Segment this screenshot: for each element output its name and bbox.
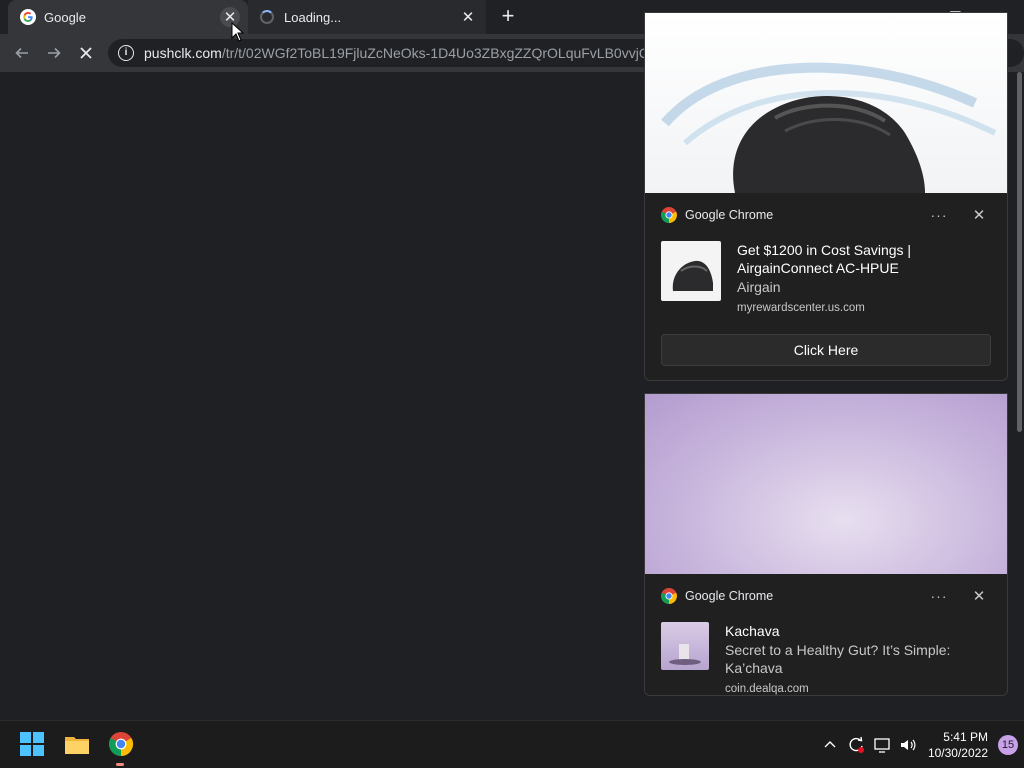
arrow-left-icon — [15, 47, 28, 59]
arrow-right-icon — [48, 47, 61, 59]
chrome-icon — [661, 588, 677, 604]
notification-header: Google Chrome ··· ✕ — [645, 574, 1007, 618]
notification-message: Secret to a Healthy Gut? It’s Simple: Ka… — [725, 642, 951, 676]
tab-title: Google — [44, 9, 86, 25]
chevron-up-icon[interactable] — [818, 733, 842, 757]
network-icon[interactable] — [870, 733, 894, 757]
clock-time: 5:41 PM — [943, 730, 988, 744]
google-g-icon — [20, 9, 36, 25]
notification-count-badge[interactable]: 15 — [998, 735, 1018, 755]
new-tab-button[interactable]: + — [496, 5, 520, 28]
notification-app-name: Google Chrome — [685, 208, 774, 222]
notification-title: Kachava — [725, 623, 780, 639]
url-path: /tr/t/02WGf2ToBL19FjluZcNeOks-1D4Uo3ZBxg… — [221, 45, 660, 61]
chrome-taskbar-icon[interactable] — [108, 731, 134, 757]
notification-app-name: Google Chrome — [685, 589, 774, 603]
notification-card[interactable]: Google Chrome ··· ✕ Get $1200 in Cost Sa… — [644, 12, 1008, 381]
volume-icon[interactable] — [896, 733, 920, 757]
site-info-icon[interactable]: i — [118, 45, 134, 61]
notification-source: coin.dealqa.com — [725, 683, 809, 695]
taskbar: 5:41 PM 10/30/2022 15 — [0, 720, 1024, 768]
notification-body: Kachava Secret to a Healthy Gut? It’s Si… — [645, 618, 1007, 695]
stop-loading-button[interactable] — [70, 37, 102, 69]
notification-thumbnail — [661, 622, 709, 670]
tab-close-icon[interactable]: ✕ — [458, 7, 478, 27]
notification-hero-image — [645, 394, 1007, 574]
notification-card[interactable]: Google Chrome ··· ✕ Kachava Secret to a … — [644, 393, 1008, 696]
file-explorer-icon[interactable] — [64, 731, 90, 757]
notification-thumbnail — [661, 241, 721, 301]
notification-header: Google Chrome ··· ✕ — [645, 193, 1007, 237]
sync-icon[interactable] — [844, 733, 868, 757]
system-tray: 5:41 PM 10/30/2022 15 — [816, 721, 1024, 768]
notification-title: Get $1200 in Cost Savings | AirgainConne… — [737, 242, 912, 276]
tab-google[interactable]: Google ✕ — [8, 0, 248, 34]
scrollbar-thumb[interactable] — [1017, 72, 1022, 432]
close-icon[interactable]: ✕ — [967, 206, 991, 224]
forward-button[interactable] — [38, 37, 70, 69]
url-domain: pushclk.com — [144, 45, 222, 61]
click-here-button[interactable]: Click Here — [661, 334, 991, 366]
system-clock[interactable]: 5:41 PM 10/30/2022 — [928, 729, 988, 761]
more-options-icon[interactable]: ··· — [927, 588, 951, 604]
tab-loading[interactable]: Loading... ✕ — [248, 0, 486, 34]
mouse-cursor-icon — [231, 22, 245, 42]
chrome-icon — [661, 207, 677, 223]
notification-message: Airgain — [737, 279, 781, 295]
scrollbar[interactable] — [1016, 72, 1022, 720]
close-icon — [80, 47, 92, 59]
back-button[interactable] — [6, 37, 38, 69]
windows-start-icon[interactable] — [19, 731, 45, 757]
more-options-icon[interactable]: ··· — [927, 207, 951, 223]
close-icon[interactable]: ✕ — [967, 587, 991, 605]
loading-spinner-icon — [260, 10, 274, 24]
tab-title: Loading... — [284, 9, 342, 25]
notification-body: Get $1200 in Cost Savings | AirgainConne… — [645, 237, 1007, 314]
clock-date: 10/30/2022 — [927, 746, 988, 760]
notification-hero-image — [645, 13, 1007, 193]
mouse-product-image — [661, 62, 997, 193]
notification-center: Google Chrome ··· ✕ Get $1200 in Cost Sa… — [644, 12, 1008, 720]
running-indicator — [116, 763, 124, 766]
notification-source: myrewardscenter.us.com — [737, 302, 865, 314]
